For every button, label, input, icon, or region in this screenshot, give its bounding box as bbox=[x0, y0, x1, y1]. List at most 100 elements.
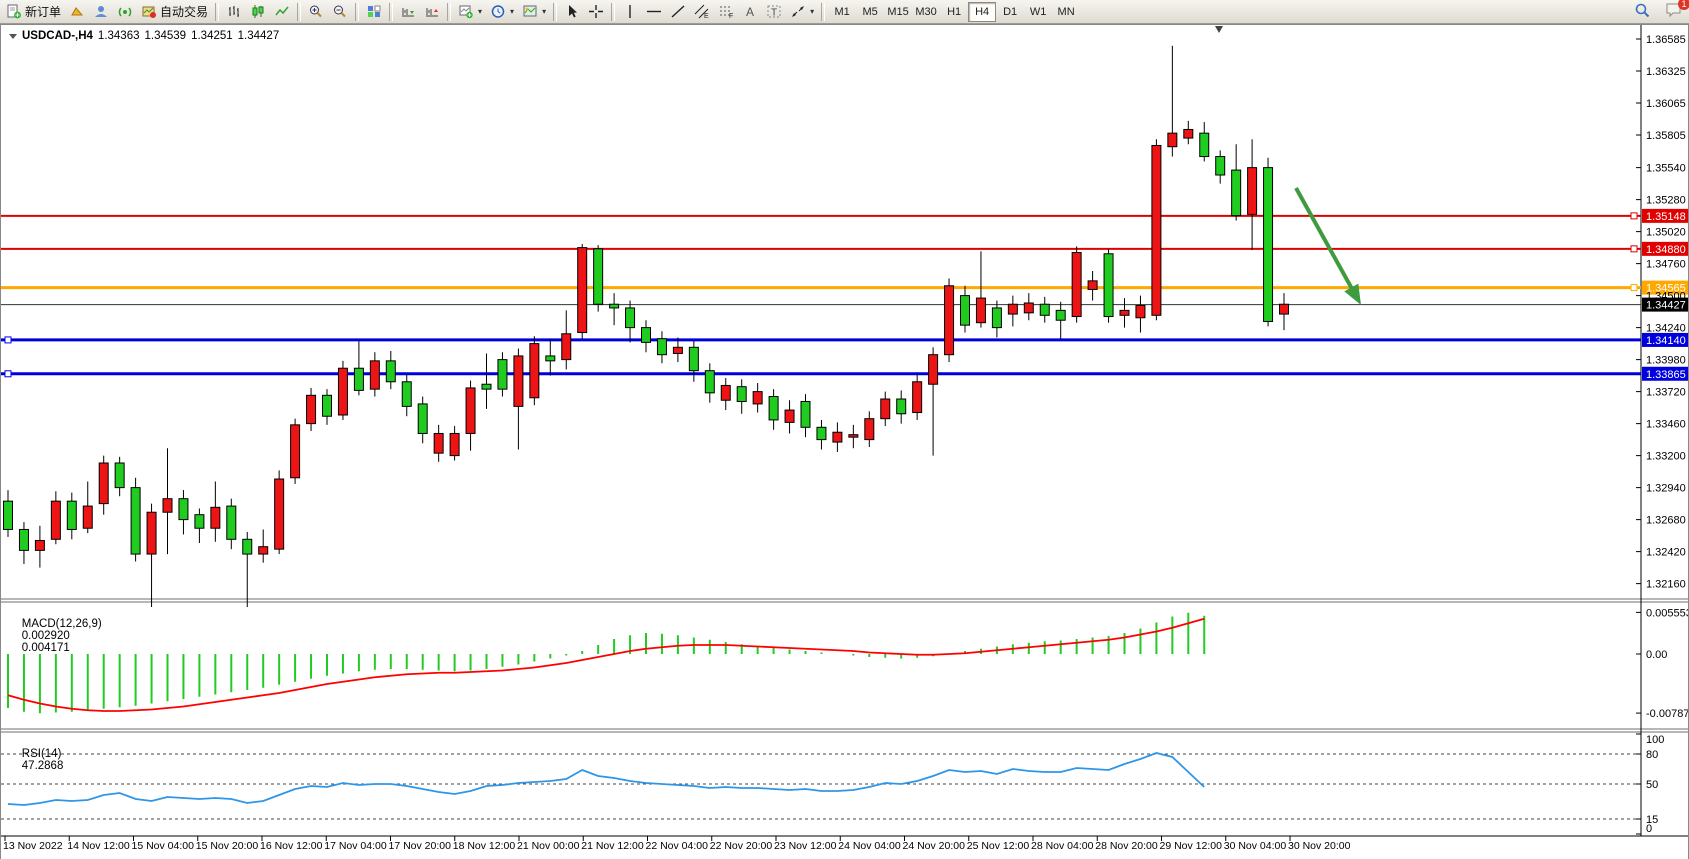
tf-h4-button[interactable]: H4 bbox=[968, 2, 996, 22]
market-watch-button[interactable] bbox=[65, 1, 89, 23]
price-chart[interactable]: 1.351481.348801.345651.341401.338651.344… bbox=[1, 25, 1688, 859]
text-icon: A bbox=[742, 4, 758, 19]
toolbar-separator bbox=[611, 3, 615, 21]
ohlc-low: 1.34251 bbox=[191, 30, 233, 42]
collapse-panel-icon[interactable] bbox=[9, 34, 17, 39]
templates-icon bbox=[522, 4, 538, 19]
templates-button[interactable]: ▾ bbox=[518, 1, 550, 23]
signals-button[interactable] bbox=[113, 1, 137, 23]
symbol-period: USDCAD-,H4 bbox=[22, 30, 93, 42]
tile-windows-button[interactable] bbox=[362, 1, 386, 23]
main-toolbar: 新订单 自动交易 ▾ ▾ bbox=[0, 0, 1689, 24]
svg-text:30 Nov 04:00: 30 Nov 04:00 bbox=[1224, 840, 1287, 852]
svg-text:17 Nov 20:00: 17 Nov 20:00 bbox=[389, 840, 452, 852]
dropdown-caret-icon: ▾ bbox=[478, 7, 482, 16]
vertical-line-icon bbox=[622, 4, 638, 19]
ohlc-open: 1.34363 bbox=[98, 30, 140, 42]
svg-text:1.35148: 1.35148 bbox=[1646, 211, 1686, 223]
tf-m5-button[interactable]: M5 bbox=[856, 2, 884, 22]
svg-text:1.34140: 1.34140 bbox=[1646, 335, 1686, 347]
rsi-name: RSI(14) bbox=[22, 748, 62, 760]
candlestick-chart-button[interactable] bbox=[246, 1, 270, 23]
tf-m15-button[interactable]: M15 bbox=[884, 2, 912, 22]
svg-text:28 Nov 20:00: 28 Nov 20:00 bbox=[1095, 840, 1158, 852]
chat-badge: 1 bbox=[1678, 0, 1689, 10]
tf-w1-button[interactable]: W1 bbox=[1024, 2, 1052, 22]
autotrading-icon bbox=[141, 4, 157, 19]
svg-text:22 Nov 20:00: 22 Nov 20:00 bbox=[710, 840, 773, 852]
dropdown-caret-icon: ▾ bbox=[810, 7, 814, 16]
svg-text:1.35280: 1.35280 bbox=[1646, 195, 1686, 207]
cursor-tool-button[interactable] bbox=[560, 1, 584, 23]
svg-text:0.00: 0.00 bbox=[1646, 649, 1667, 661]
toolbar-separator bbox=[389, 3, 393, 21]
market-watch-icon bbox=[69, 4, 85, 19]
search-icon[interactable] bbox=[1634, 2, 1651, 18]
line-chart-button[interactable] bbox=[270, 1, 294, 23]
zoom-in-button[interactable] bbox=[304, 1, 328, 23]
tile-windows-icon bbox=[366, 4, 382, 19]
svg-text:30 Nov 20:00: 30 Nov 20:00 bbox=[1288, 840, 1351, 852]
autotrading-button[interactable]: 自动交易 bbox=[137, 1, 212, 23]
tf-h1-button[interactable]: H1 bbox=[940, 2, 968, 22]
chart-shift-button[interactable] bbox=[420, 1, 444, 23]
svg-text:21 Nov 00:00: 21 Nov 00:00 bbox=[517, 840, 580, 852]
tf-m30-button[interactable]: M30 bbox=[912, 2, 940, 22]
signals-icon bbox=[117, 4, 133, 19]
cursor-icon bbox=[564, 4, 580, 19]
vertical-line-tool-button[interactable] bbox=[618, 1, 642, 23]
dropdown-caret-icon: ▾ bbox=[542, 7, 546, 16]
svg-text:1.33865: 1.33865 bbox=[1646, 369, 1686, 381]
rsi-indicator-label: RSI(14) 47.2868 bbox=[9, 736, 63, 784]
svg-text:1.32940: 1.32940 bbox=[1646, 483, 1686, 495]
tf-d1-button[interactable]: D1 bbox=[996, 2, 1024, 22]
arrows-tool-button[interactable]: ▾ bbox=[786, 1, 818, 23]
svg-text:1.33200: 1.33200 bbox=[1646, 451, 1686, 463]
zoom-out-button[interactable] bbox=[328, 1, 352, 23]
chat-icon[interactable]: 1 bbox=[1665, 2, 1683, 18]
tf-mn-button[interactable]: MN bbox=[1052, 2, 1080, 22]
auto-scroll-button[interactable] bbox=[396, 1, 420, 23]
chart-shift-icon bbox=[424, 4, 440, 19]
svg-text:0: 0 bbox=[1646, 823, 1652, 835]
new-order-icon bbox=[6, 4, 22, 19]
trendline-tool-button[interactable] bbox=[666, 1, 690, 23]
rsi-value: 47.2868 bbox=[22, 760, 64, 772]
svg-text:1.32680: 1.32680 bbox=[1646, 515, 1686, 527]
svg-text:29 Nov 12:00: 29 Nov 12:00 bbox=[1160, 840, 1223, 852]
channel-tool-button[interactable]: E bbox=[690, 1, 714, 23]
svg-text:15 Nov 04:00: 15 Nov 04:00 bbox=[132, 840, 195, 852]
toolbar-separator bbox=[355, 3, 359, 21]
profile-button[interactable] bbox=[89, 1, 113, 23]
new-chart-button[interactable]: ▾ bbox=[454, 1, 486, 23]
svg-text:1.33980: 1.33980 bbox=[1646, 355, 1686, 367]
svg-text:1.35540: 1.35540 bbox=[1646, 163, 1686, 175]
crosshair-tool-button[interactable] bbox=[584, 1, 608, 23]
label-tool-button[interactable]: T bbox=[762, 1, 786, 23]
svg-text:1.35805: 1.35805 bbox=[1646, 130, 1686, 142]
tf-m1-button[interactable]: M1 bbox=[828, 2, 856, 22]
svg-text:50: 50 bbox=[1646, 779, 1658, 791]
periods-clock-icon bbox=[490, 4, 506, 19]
macd-value-signal: 0.004171 bbox=[22, 642, 70, 654]
svg-text:22 Nov 04:00: 22 Nov 04:00 bbox=[646, 840, 709, 852]
candlestick-chart-icon bbox=[250, 4, 266, 19]
new-order-button[interactable]: 新订单 bbox=[2, 1, 65, 23]
text-tool-button[interactable]: A bbox=[738, 1, 762, 23]
svg-text:1.34760: 1.34760 bbox=[1646, 259, 1686, 271]
svg-text:E: E bbox=[704, 13, 709, 19]
new-order-label: 新订单 bbox=[25, 3, 61, 20]
trendline-icon bbox=[670, 4, 686, 19]
svg-text:-0.007879: -0.007879 bbox=[1646, 708, 1688, 720]
toolbar-separator bbox=[297, 3, 301, 21]
svg-text:1.34240: 1.34240 bbox=[1646, 323, 1686, 335]
svg-text:A: A bbox=[746, 5, 754, 19]
horizontal-line-tool-button[interactable] bbox=[642, 1, 666, 23]
svg-text:0.005553: 0.005553 bbox=[1646, 607, 1688, 619]
svg-text:21 Nov 12:00: 21 Nov 12:00 bbox=[581, 840, 644, 852]
periods-button[interactable]: ▾ bbox=[486, 1, 518, 23]
fibonacci-tool-button[interactable]: F bbox=[714, 1, 738, 23]
chart-window[interactable]: 1.351481.348801.345651.341401.338651.344… bbox=[0, 24, 1689, 859]
toolbar-separator bbox=[447, 3, 451, 21]
bar-chart-button[interactable] bbox=[222, 1, 246, 23]
